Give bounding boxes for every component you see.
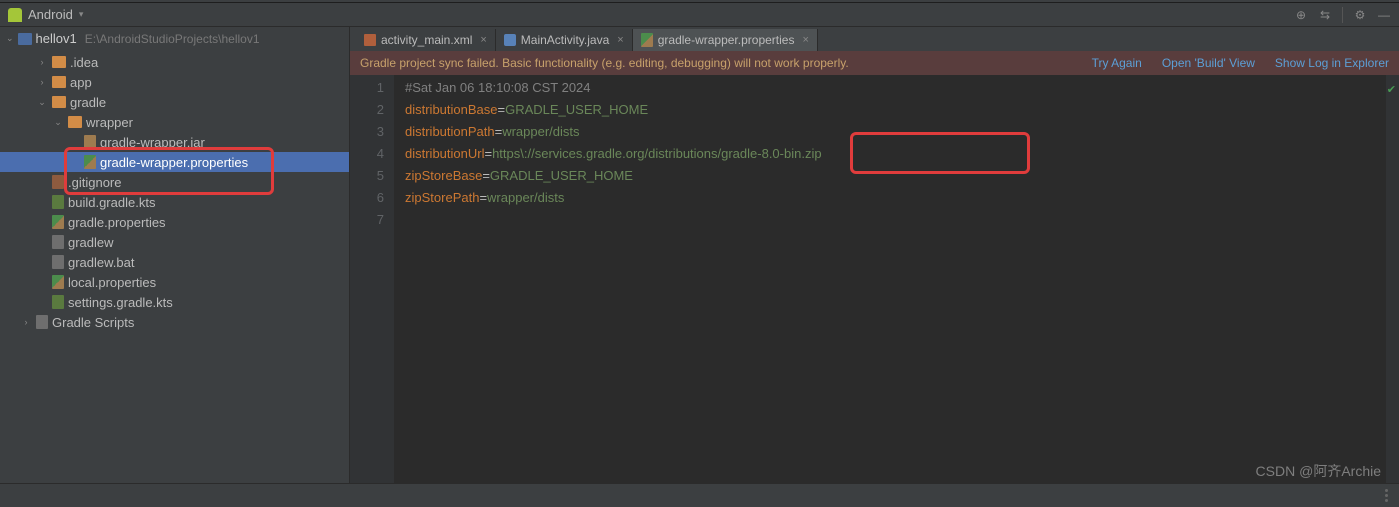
- tree-item-app[interactable]: › app: [0, 72, 349, 92]
- divider: [1342, 7, 1343, 23]
- tree-item-label: gradle: [70, 95, 106, 110]
- project-toolbar: Android ▾ ⊕ ⇆ ⚙ —: [0, 3, 1399, 27]
- tree-item-label: gradlew: [68, 235, 114, 250]
- view-selector-label[interactable]: Android: [28, 7, 73, 22]
- target-icon[interactable]: ⊕: [1294, 8, 1308, 22]
- show-log-link[interactable]: Show Log in Explorer: [1275, 56, 1389, 70]
- project-path: E:\AndroidStudioProjects\hellov1: [85, 32, 260, 46]
- tree-item-label: local.properties: [68, 275, 156, 290]
- code-comment: #Sat Jan 06 18:10:08 CST 2024: [405, 80, 591, 95]
- tree-item-wrapper[interactable]: ⌄ wrapper: [0, 112, 349, 132]
- tree-item-label: settings.gradle.kts: [68, 295, 173, 310]
- kts-icon: [52, 295, 64, 309]
- chevron-icon[interactable]: ⌄: [52, 117, 64, 128]
- tree-item--idea[interactable]: › .idea: [0, 52, 349, 72]
- file-icon: [52, 235, 64, 249]
- chevron-down-icon[interactable]: ⌄: [6, 33, 14, 44]
- android-icon: [8, 8, 22, 22]
- line-number: 2: [350, 99, 384, 121]
- line-number: 6: [350, 187, 384, 209]
- error-stripe[interactable]: ✔: [1385, 75, 1399, 483]
- tree-item-label: app: [70, 75, 92, 90]
- tab-label: MainActivity.java: [521, 33, 609, 47]
- project-root[interactable]: ⌄ hellov1 E:\AndroidStudioProjects\hello…: [0, 27, 349, 50]
- hide-icon[interactable]: —: [1377, 8, 1391, 22]
- tree-item-label: gradle.properties: [68, 215, 166, 230]
- line-number: 7: [350, 209, 384, 231]
- project-name: hellov1: [36, 31, 77, 46]
- editor-tabs: activity_main.xml×MainActivity.java×grad…: [350, 27, 1399, 51]
- tab-activity-main-xml[interactable]: activity_main.xml ×: [356, 29, 496, 51]
- chevron-icon[interactable]: ›: [20, 317, 32, 327]
- highlight-box-tree: [64, 147, 274, 195]
- tree-item-gradlew[interactable]: gradlew: [0, 232, 349, 252]
- open-build-link[interactable]: Open 'Build' View: [1162, 56, 1255, 70]
- tab-gradle-wrapper-properties[interactable]: gradle-wrapper.properties ×: [633, 29, 818, 51]
- chevron-down-icon[interactable]: ▾: [79, 9, 84, 20]
- highlight-box-code: [850, 132, 1030, 174]
- java-icon: [504, 34, 516, 46]
- try-again-link[interactable]: Try Again: [1092, 56, 1142, 70]
- folder-icon: [52, 96, 66, 108]
- tab-label: activity_main.xml: [381, 33, 472, 47]
- folder-icon: [68, 116, 82, 128]
- file-icon: [36, 315, 48, 329]
- line-number: 3: [350, 121, 384, 143]
- status-bar: [0, 483, 1399, 507]
- module-icon: [18, 33, 32, 45]
- gear-icon[interactable]: ⚙: [1353, 8, 1367, 22]
- props-icon: [641, 33, 653, 47]
- check-icon: ✔: [1387, 79, 1396, 101]
- xml-icon: [364, 34, 376, 46]
- close-icon[interactable]: ×: [480, 34, 486, 46]
- folder-icon: [52, 56, 66, 68]
- tab-label: gradle-wrapper.properties: [658, 33, 795, 47]
- folder-icon: [52, 76, 66, 88]
- props-icon: [52, 275, 64, 289]
- tree-item-label: wrapper: [86, 115, 133, 130]
- git-icon: [52, 175, 64, 189]
- chevron-icon[interactable]: ›: [36, 57, 48, 67]
- line-number: 5: [350, 165, 384, 187]
- tree-item-gradle-scripts[interactable]: › Gradle Scripts: [0, 312, 349, 332]
- line-gutter: 1234567: [350, 75, 395, 483]
- tab-mainactivity-java[interactable]: MainActivity.java ×: [496, 29, 633, 51]
- tree-item-label: build.gradle.kts: [68, 195, 155, 210]
- expand-icon[interactable]: ⇆: [1318, 8, 1332, 22]
- tree-item-label: .idea: [70, 55, 98, 70]
- tree-item-build-gradle-kts[interactable]: build.gradle.kts: [0, 192, 349, 212]
- kts-icon: [52, 195, 64, 209]
- chevron-icon[interactable]: ›: [36, 77, 48, 87]
- tree-item-gradlew-bat[interactable]: gradlew.bat: [0, 252, 349, 272]
- sync-message: Gradle project sync failed. Basic functi…: [360, 56, 849, 70]
- tree-item-gradle-properties[interactable]: gradle.properties: [0, 212, 349, 232]
- props-icon: [52, 215, 64, 229]
- file-icon: [52, 255, 64, 269]
- tree-item-local-properties[interactable]: local.properties: [0, 272, 349, 292]
- project-sidebar[interactable]: ⌄ hellov1 E:\AndroidStudioProjects\hello…: [0, 27, 350, 483]
- line-number: 1: [350, 77, 384, 99]
- chevron-icon[interactable]: ⌄: [36, 97, 48, 108]
- code-editor[interactable]: 1234567 #Sat Jan 06 18:10:08 CST 2024 di…: [350, 75, 1399, 483]
- line-number: 4: [350, 143, 384, 165]
- close-icon[interactable]: ×: [802, 34, 808, 46]
- tree-item-label: gradlew.bat: [68, 255, 135, 270]
- tree-item-settings-gradle-kts[interactable]: settings.gradle.kts: [0, 292, 349, 312]
- tree-item-gradle[interactable]: ⌄ gradle: [0, 92, 349, 112]
- menu-icon[interactable]: [1385, 489, 1389, 502]
- close-icon[interactable]: ×: [617, 34, 623, 46]
- sync-failure-bar: Gradle project sync failed. Basic functi…: [350, 51, 1399, 75]
- code-area[interactable]: #Sat Jan 06 18:10:08 CST 2024 distributi…: [395, 75, 1385, 483]
- tree-item-label: Gradle Scripts: [52, 315, 134, 330]
